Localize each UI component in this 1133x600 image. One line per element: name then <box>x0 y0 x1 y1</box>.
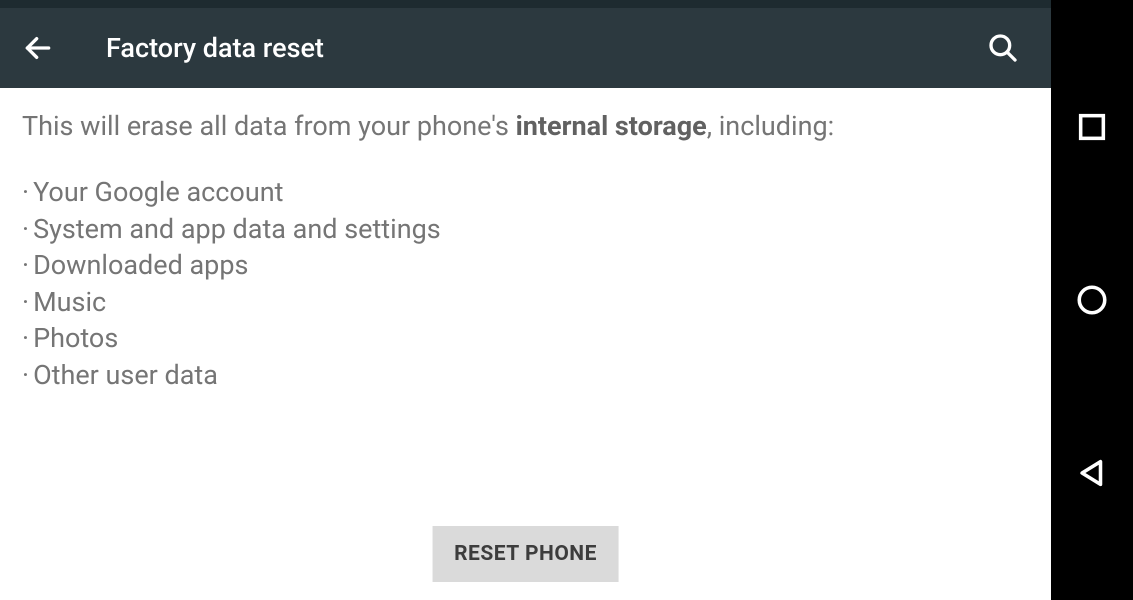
search-icon[interactable] <box>985 30 1021 66</box>
list-item: Your Google account <box>22 174 1029 210</box>
description-post: , including: <box>707 110 834 142</box>
app-bar: Factory data reset <box>0 8 1051 88</box>
list-item: System and app data and settings <box>22 211 1029 247</box>
list-item: Photos <box>22 320 1029 356</box>
nav-recent-icon[interactable] <box>1075 110 1109 144</box>
reset-phone-button[interactable]: RESET PHONE <box>432 526 619 582</box>
content-area: This will erase all data from your phone… <box>0 88 1051 600</box>
description-bold: internal storage <box>516 110 707 142</box>
list-item: Other user data <box>22 357 1029 393</box>
status-bar <box>0 0 1051 8</box>
navigation-bar <box>1051 0 1133 600</box>
main-screen: Factory data reset This will erase all d… <box>0 0 1051 600</box>
list-item: Music <box>22 284 1029 320</box>
erase-list: Your Google account System and app data … <box>22 174 1029 393</box>
nav-back-icon[interactable] <box>1075 456 1109 490</box>
description-text: This will erase all data from your phone… <box>22 108 1029 144</box>
nav-home-icon[interactable] <box>1075 283 1109 317</box>
back-arrow-icon[interactable] <box>20 30 56 66</box>
list-item: Downloaded apps <box>22 247 1029 283</box>
description-pre: This will erase all data from your phone… <box>22 110 516 142</box>
page-title: Factory data reset <box>106 32 324 64</box>
